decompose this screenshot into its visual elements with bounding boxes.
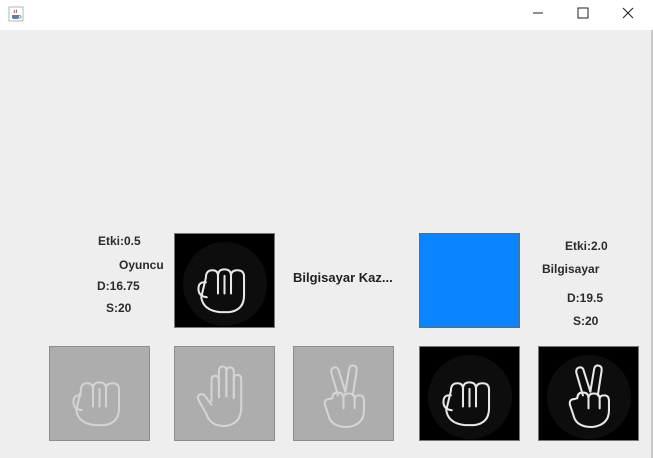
player-selected-card xyxy=(174,233,275,328)
maximize-icon xyxy=(577,6,589,24)
fist-icon xyxy=(420,347,519,440)
game-panel: Etki:0.5 Oyuncu D:16.75 S:20 Bilgisayar … xyxy=(0,30,653,458)
open-hand-icon xyxy=(175,347,274,440)
victory-hand-icon xyxy=(294,347,393,440)
minimize-icon xyxy=(532,6,544,24)
minimize-button[interactable] xyxy=(515,0,561,30)
player-name-label: Oyuncu xyxy=(119,258,164,272)
computer-card-rock[interactable] xyxy=(419,346,520,441)
computer-effect-label: Etki:2.0 xyxy=(565,239,608,253)
player-effect-label: Etki:0.5 xyxy=(98,234,141,248)
player-defense-label: D:16.75 xyxy=(97,279,140,293)
player-card-paper[interactable] xyxy=(174,346,275,441)
close-button[interactable] xyxy=(605,0,651,30)
player-card-scissors[interactable] xyxy=(293,346,394,441)
player-strength-label: S:20 xyxy=(106,301,132,315)
computer-card-scissors[interactable] xyxy=(538,346,639,441)
player-card-rock[interactable] xyxy=(49,346,150,441)
maximize-button[interactable] xyxy=(560,0,606,30)
computer-selected-card xyxy=(419,233,520,328)
victory-hand-icon xyxy=(539,347,638,440)
computer-strength-label: S:20 xyxy=(573,314,599,328)
java-coffee-cup-icon xyxy=(8,6,24,22)
close-icon xyxy=(622,6,634,24)
computer-name-label: Bilgisayar xyxy=(542,262,600,276)
game-status-text: Bilgisayar Kaz... xyxy=(293,270,393,285)
title-bar xyxy=(0,0,653,30)
computer-defense-label: D:19.5 xyxy=(567,291,604,305)
fist-icon xyxy=(50,347,149,440)
fist-icon xyxy=(175,234,274,327)
